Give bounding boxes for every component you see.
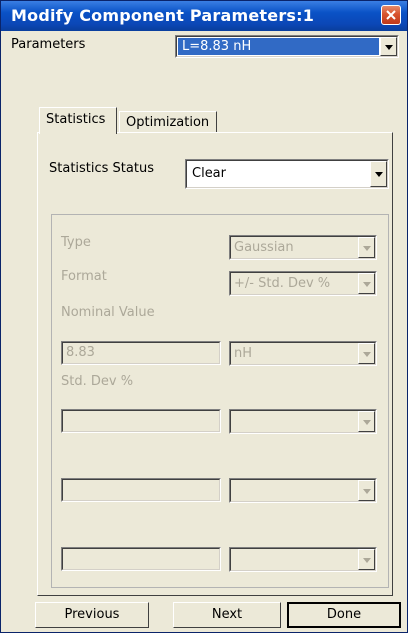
statistics-status-dropdown-button[interactable] — [370, 161, 387, 187]
done-button[interactable]: Done — [287, 602, 401, 628]
tab-statistics[interactable]: Statistics — [39, 107, 117, 134]
std-dev-label: Std. Dev % — [61, 374, 134, 389]
title-bar[interactable]: Modify Component Parameters:1 — [1, 1, 407, 31]
type-value: Gaussian — [234, 240, 294, 255]
nominal-value-text: 8.83 — [66, 345, 95, 360]
std-dev-unit-dropdown-button[interactable] — [358, 411, 375, 432]
std-dev-unit-dropdown[interactable] — [229, 409, 377, 434]
chevron-down-icon — [375, 172, 383, 177]
close-button[interactable] — [381, 5, 401, 25]
nominal-unit-dropdown-button[interactable] — [358, 343, 375, 364]
nominal-unit-dropdown[interactable]: nH — [229, 341, 377, 366]
parameters-value: L=8.83 nH — [182, 39, 252, 54]
empty-dropdown-1-button[interactable] — [358, 480, 375, 501]
format-dropdown-button[interactable] — [358, 273, 375, 294]
nominal-value-label: Nominal Value — [61, 305, 155, 320]
statistics-status-label: Statistics Status — [49, 161, 154, 176]
chevron-down-icon — [363, 557, 371, 563]
empty-dropdown-2-button[interactable] — [358, 549, 375, 570]
window-title: Modify Component Parameters:1 — [11, 6, 315, 25]
format-label: Format — [61, 269, 107, 284]
tab-statistics-label: Statistics — [46, 112, 106, 127]
type-dropdown[interactable]: Gaussian — [229, 235, 377, 260]
type-label: Type — [61, 235, 91, 250]
format-dropdown[interactable]: +/- Std. Dev % — [229, 271, 377, 296]
chevron-down-icon — [363, 281, 371, 287]
chevron-down-icon — [363, 419, 371, 425]
chevron-down-icon — [363, 245, 371, 251]
parameters-dropdown[interactable]: L=8.83 nH — [175, 35, 399, 58]
empty-dropdown-1[interactable] — [229, 478, 377, 503]
empty-input-2[interactable] — [61, 547, 221, 571]
chevron-down-icon — [385, 44, 393, 50]
statistics-status-value: Clear — [192, 166, 226, 181]
nominal-value-input[interactable]: 8.83 — [61, 341, 221, 365]
empty-dropdown-2[interactable] — [229, 547, 377, 572]
std-dev-input[interactable] — [61, 409, 221, 433]
chevron-down-icon — [363, 351, 371, 357]
format-value: +/- Std. Dev % — [234, 276, 331, 291]
parameters-dropdown-button[interactable] — [380, 37, 397, 56]
tab-optimization[interactable]: Optimization — [119, 111, 217, 133]
close-icon — [386, 10, 396, 20]
nominal-unit-value: nH — [234, 346, 253, 361]
tab-optimization-label: Optimization — [126, 115, 210, 130]
type-dropdown-button[interactable] — [358, 237, 375, 258]
parameters-label: Parameters — [11, 37, 86, 52]
empty-input-1[interactable] — [61, 478, 221, 502]
chevron-down-icon — [363, 488, 371, 494]
statistics-status-dropdown[interactable]: Clear — [185, 159, 389, 189]
dialog-window: Modify Component Parameters:1 Parameters… — [0, 0, 408, 633]
previous-button[interactable]: Previous — [35, 602, 149, 628]
next-button[interactable]: Next — [173, 602, 281, 628]
